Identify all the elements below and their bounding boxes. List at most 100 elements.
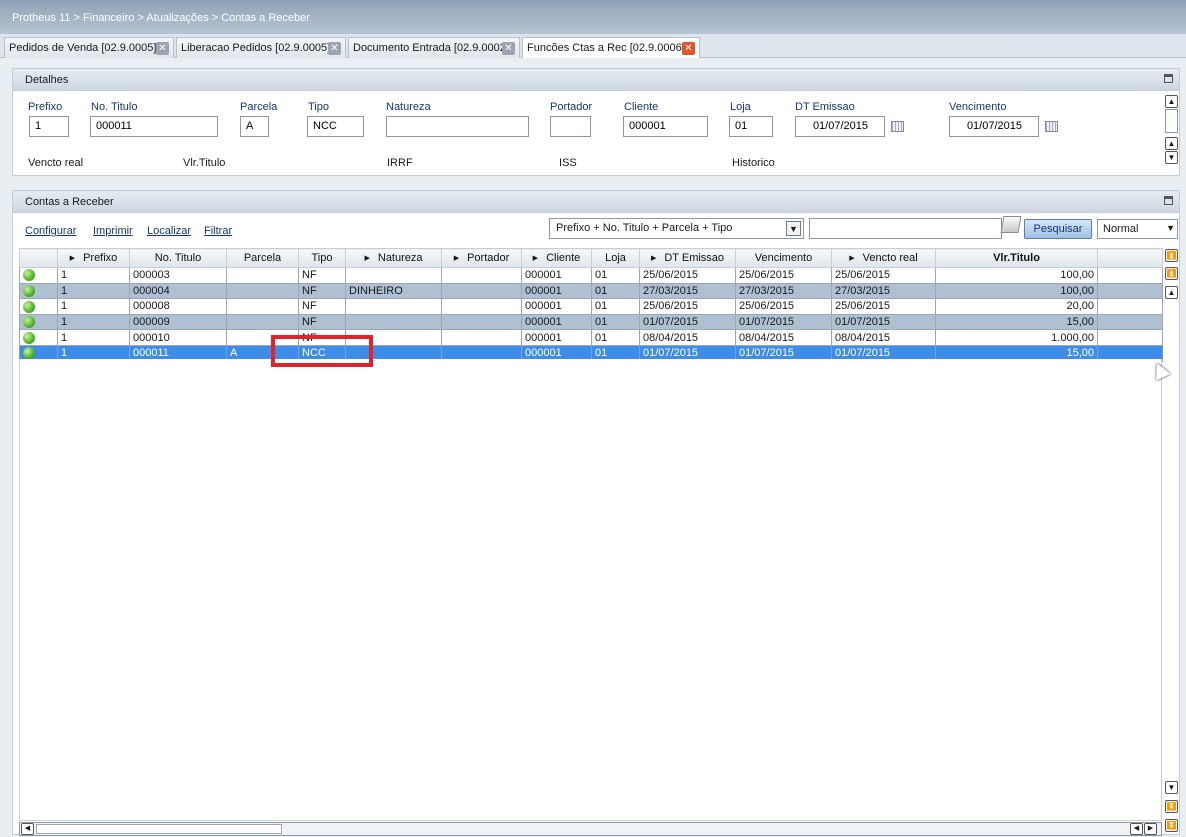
minimize-icon[interactable] (1164, 196, 1173, 205)
scroll-top-icon[interactable]: ⏫ (1165, 249, 1178, 262)
chevron-down-icon[interactable]: ▼ (1166, 223, 1175, 233)
cell-tipo: NF (298, 267, 346, 284)
tab-label: Pedidos de Venda [02.9.0005] (9, 42, 157, 54)
vencimento-field[interactable]: 01/07/2015 (949, 116, 1039, 137)
col-prefixo[interactable]: ▶ Prefixo (57, 248, 130, 268)
cell-dt-emissao: 25/06/2015 (639, 267, 736, 284)
calendar-icon[interactable] (891, 121, 904, 132)
loja-label: Loja (730, 101, 751, 113)
minimize-icon[interactable] (1164, 74, 1173, 83)
scroll-page-down-icon[interactable]: ⏬ (1165, 800, 1178, 813)
search-input[interactable] (809, 218, 1002, 239)
pesquisar-button[interactable]: Pesquisar (1024, 219, 1092, 239)
loja-field[interactable]: 01 (729, 116, 773, 137)
tab-documento-entrada[interactable]: Documento Entrada [02.9.0002] ✕ (348, 37, 520, 58)
sort-order-select[interactable]: Prefixo + No. Titulo + Parcela + Tipo ▼ (549, 218, 804, 239)
status-cell (19, 267, 58, 284)
scroll-left-icon[interactable]: ◀ (21, 823, 34, 835)
notepad-icon[interactable] (1000, 216, 1022, 233)
portador-field[interactable] (550, 116, 591, 137)
table-row[interactable]: 1 000010 NF 000001 01 08/04/2015 08/04/2015 08/… (19, 329, 1163, 346)
col-portador[interactable]: ▶ Portador (441, 248, 522, 268)
scroll-left-icon[interactable]: ◀ (1130, 823, 1143, 835)
tab-liberacao-pedidos[interactable]: Liberacao Pedidos [02.9.0005] ✕ (176, 37, 346, 58)
prefixo-field[interactable]: 1 (29, 116, 69, 137)
cell-cliente: 000001 (521, 267, 592, 284)
cell-cliente: 000001 (521, 298, 592, 315)
cell-loja: 01 (591, 313, 640, 331)
tab-funcoes-ctas-rec[interactable]: Funcões Ctas a Rec [02.9.0006] ✕ (522, 37, 700, 59)
details-panel-header: Detalhes (13, 69, 1179, 91)
tab-pedidos-venda[interactable]: Pedidos de Venda [02.9.0005] ✕ (4, 37, 174, 58)
col-extra[interactable] (1097, 248, 1163, 268)
cell-vencimento: 27/03/2015 (735, 282, 832, 300)
status-green-icon (23, 284, 35, 297)
scroll-page-up-icon[interactable]: ⏫ (1165, 267, 1178, 280)
col-tipo[interactable]: Tipo (298, 248, 346, 268)
dt-emissao-field[interactable]: 01/07/2015 (795, 116, 885, 137)
imprimir-link[interactable]: Imprimir (93, 225, 133, 237)
cell-no-titulo: 000004 (129, 282, 227, 300)
scroll-right-icon[interactable]: ▶ (1144, 823, 1157, 835)
parcela-field[interactable]: A (240, 116, 269, 137)
cell-tipo: NF (298, 313, 346, 331)
cell-parcela (226, 313, 299, 331)
cell-prefixo: 1 (57, 298, 130, 315)
col-vencimento[interactable]: Vencimento (735, 248, 832, 268)
scroll-down-icon[interactable]: ▼ (1165, 781, 1178, 794)
highlight-box (271, 335, 373, 367)
chevron-down-icon[interactable]: ▼ (786, 221, 801, 236)
close-icon[interactable]: ✕ (328, 42, 341, 55)
scroll-up-icon[interactable]: ▲ (1165, 95, 1178, 108)
status-green-icon (23, 316, 35, 329)
scroll-up-icon[interactable]: ▲ (1165, 137, 1178, 150)
status-green-icon (23, 269, 35, 282)
col-label: Cliente (546, 252, 581, 264)
scroll-thumb[interactable] (1165, 109, 1178, 133)
col-parcela[interactable]: Parcela (226, 248, 299, 268)
cell-extra (1097, 267, 1163, 284)
col-loja[interactable]: Loja (591, 248, 640, 268)
col-label: Portador (467, 252, 510, 264)
natureza-field[interactable] (386, 116, 529, 137)
sort-arrow-icon: ▶ (453, 255, 460, 263)
localizar-link[interactable]: Localizar (147, 225, 191, 237)
col-vencto-real[interactable]: ▶ Vencto real (831, 248, 936, 268)
close-icon[interactable]: ✕ (156, 42, 169, 55)
table-row[interactable]: 1 000009 NF 000001 01 01/07/2015 01/07/2015 01/… (19, 313, 1163, 331)
col-label: Prefixo (83, 252, 118, 264)
tipo-field[interactable]: NCC (307, 116, 364, 137)
contas-grid: ▶ Prefixo No. Titulo Parcela Tipo ▶ Nature… (19, 248, 1163, 362)
table-row[interactable]: 1 000004 NF DINHEIRO 000001 01 27/03/2015 27/03… (19, 282, 1163, 300)
scroll-down-icon[interactable]: ▼ (1165, 151, 1178, 164)
close-icon[interactable]: ✕ (502, 42, 515, 55)
col-no-titulo[interactable]: No. Titulo (129, 248, 227, 268)
cell-vencimento: 25/06/2015 (735, 298, 832, 315)
calendar-icon[interactable] (1045, 121, 1058, 132)
cliente-field[interactable]: 000001 (623, 116, 708, 137)
no-titulo-field[interactable]: 000011 (90, 116, 218, 137)
scroll-thumb[interactable] (36, 824, 282, 834)
no-titulo-label: No. Titulo (91, 101, 138, 113)
cell-natureza (345, 313, 442, 331)
table-row[interactable]: 1 000008 NF 000001 01 25/06/2015 25/06/2015 25/… (19, 298, 1163, 315)
close-icon[interactable]: ✕ (682, 42, 695, 55)
col-cliente[interactable]: ▶ Cliente (521, 248, 592, 268)
col-dt-emissao[interactable]: ▶ DT Emissao (639, 248, 736, 268)
mode-select[interactable]: Normal ▼ (1097, 219, 1178, 239)
cell-vlr-titulo: 20,00 (935, 298, 1098, 315)
configurar-link[interactable]: Configurar (25, 225, 76, 237)
col-natureza[interactable]: ▶ Natureza (345, 248, 442, 268)
col-status[interactable] (19, 248, 58, 268)
scroll-up-icon[interactable]: ▲ (1165, 286, 1178, 299)
portador-label: Portador (550, 101, 593, 113)
horizontal-scrollbar[interactable]: ◀ (19, 822, 1162, 836)
cell-vlr-titulo: 100,00 (935, 282, 1098, 300)
filtrar-link[interactable]: Filtrar (204, 225, 232, 237)
scroll-bottom-icon[interactable]: ⏬ (1165, 819, 1178, 832)
status-cell (19, 282, 58, 300)
table-row[interactable]: 1 000003 NF 000001 01 25/06/2015 25/06/2015 25/… (19, 267, 1163, 284)
vencto-real-label: Vencto real (28, 157, 84, 169)
status-cell (19, 298, 58, 315)
col-vlr-titulo[interactable]: Vlr.Titulo (935, 248, 1098, 268)
